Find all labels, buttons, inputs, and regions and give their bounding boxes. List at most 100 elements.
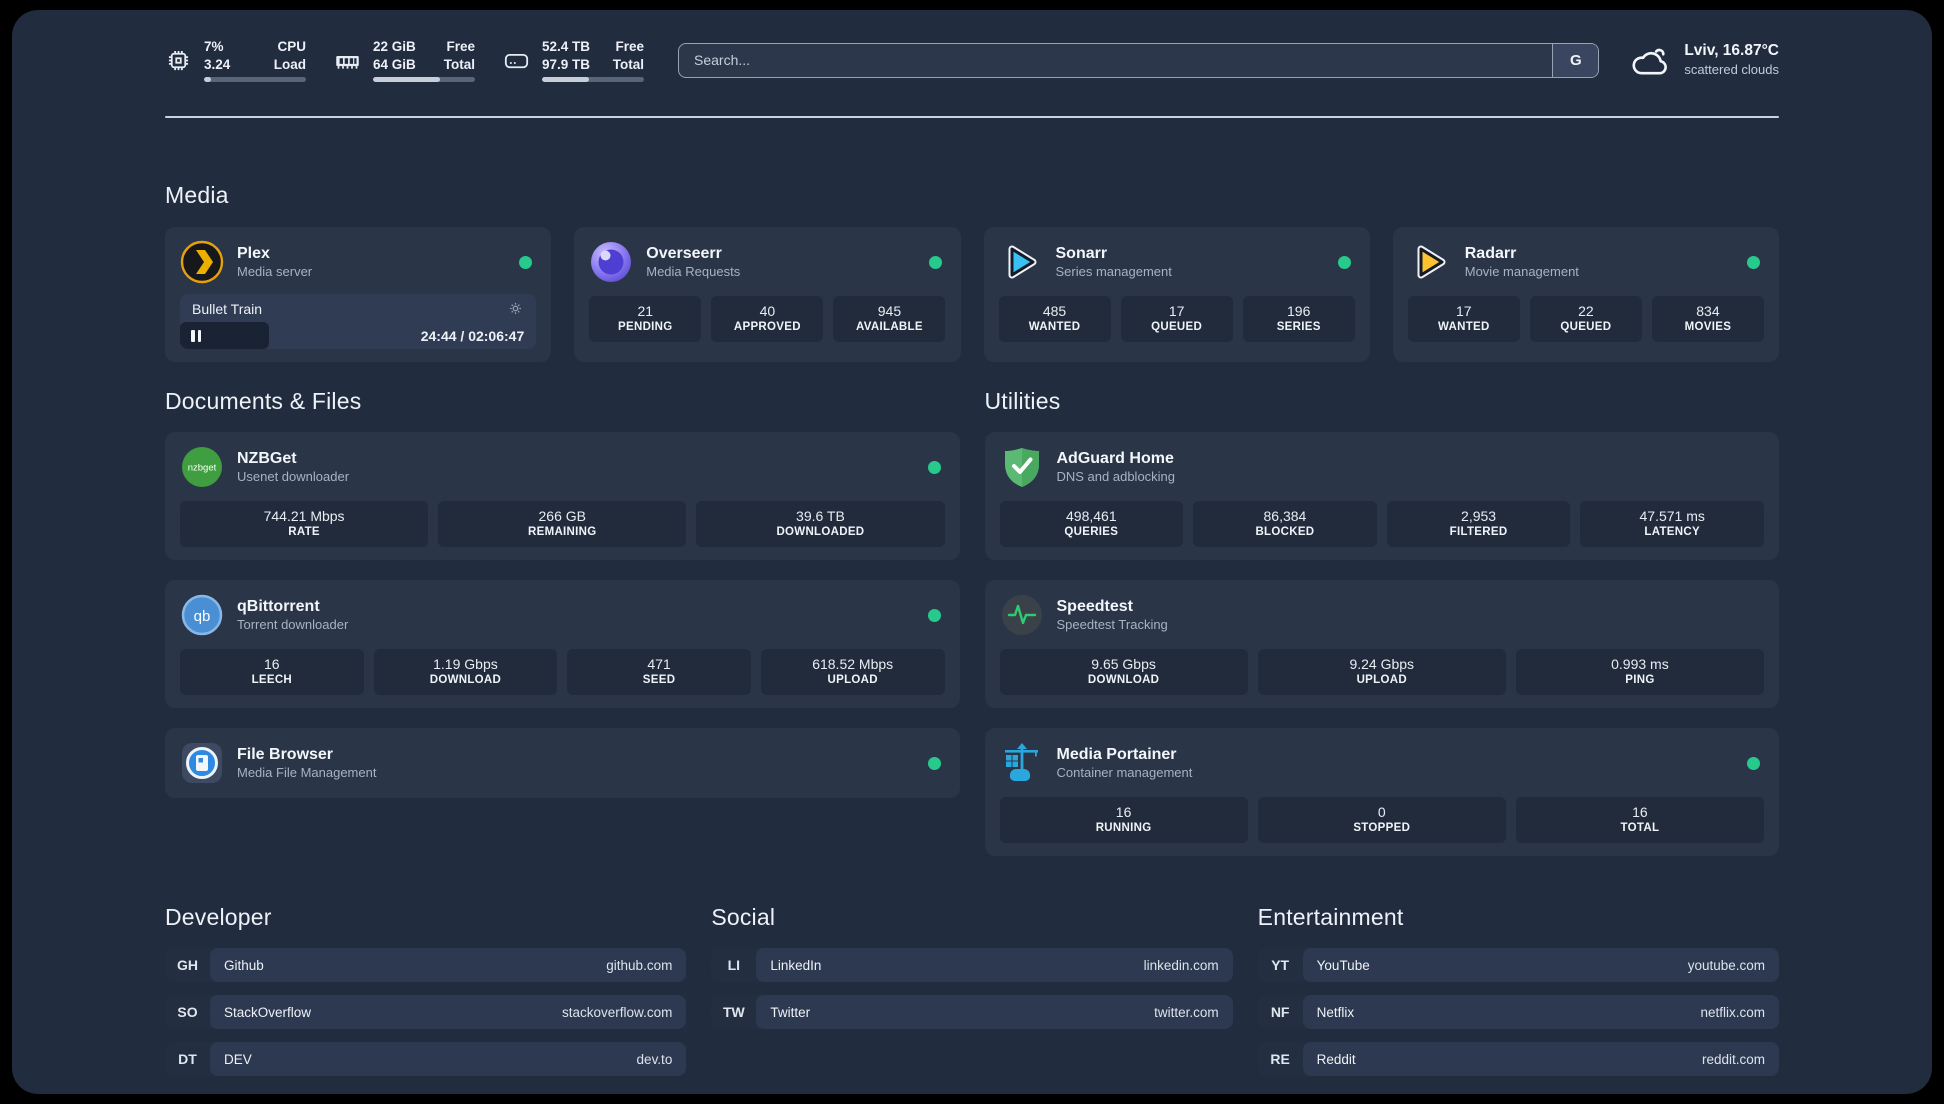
section-title-media: Media [165,182,229,208]
disk-free-label: Free [615,39,644,55]
playback-progress-bar[interactable]: 24:44 / 02:06:47 [180,322,536,349]
stat-label: REMAINING [528,526,597,539]
cpu-icon [168,50,189,70]
stat-value: 9.24 Gbps [1349,655,1415,672]
disk-icon [504,53,529,68]
stat-value: 744.21 Mbps [263,507,345,524]
pause-icon[interactable] [191,329,201,342]
stat-value: 2,953 [1461,507,1497,524]
app-title: Speedtest [1056,597,1133,615]
stat-label: FILTERED [1449,526,1508,539]
app-title: Overseerr [646,244,722,262]
stat-ping: 0.993 ms PING [1515,649,1765,695]
app-title: File Browser [237,745,334,763]
stat-label: QUEUED [1560,321,1612,334]
status-dot [928,255,942,269]
stat-label: APPROVED [733,321,801,334]
stat-remaining: 266 GB REMAINING [438,501,687,547]
bookmark-name: YouTube [1316,957,1370,973]
stat-label: RATE [288,526,320,539]
system-stats: 7% 3.24 CPU Load 22 GiB 64 GiB Free Tota… [165,38,644,82]
playback-time: 24:44 / 02:06:47 [420,327,525,344]
stat-download: 1.19 Gbps DOWNLOAD [373,649,558,695]
stat-value: 40 [759,302,776,319]
stat-value: 1.19 Gbps [433,655,498,672]
bookmark-github[interactable]: GH Github github.com [165,948,687,982]
filebrowser-card[interactable]: File Browser Media File Management [165,728,960,798]
disk-progress-bar [542,76,644,82]
stat-wanted: 485 WANTED [998,296,1111,342]
stat-label: BLOCKED [1255,526,1315,539]
stat-label: WANTED [1028,321,1081,334]
speedtest-icon [1001,595,1042,635]
stat-value: 17 [1456,302,1472,319]
svg-text:qb: qb [194,608,211,625]
status-dot [1747,255,1760,269]
middle-columns: Documents & Files nzbget NZBGet Usenet d… [165,386,1779,856]
stat-value: 16 [1632,803,1648,820]
bookmark-dev[interactable]: DT DEV dev.to [165,1042,687,1076]
stat-value: 86,384 [1263,507,1307,524]
stat-label: DOWNLOADED [776,526,865,539]
stat-label: WANTED [1437,321,1490,334]
section-title-entertainment: Entertainment [1257,904,1404,930]
stat-filtered: 2,953 FILTERED [1386,501,1571,547]
stat-movies: 834 MOVIES [1651,296,1764,342]
app-subtitle: Container management [1056,764,1193,780]
bookmark-name: StackOverflow [224,1004,312,1020]
stat-value: 498,461 [1066,507,1117,524]
bookmark-stackoverflow[interactable]: SO StackOverflow stackoverflow.com [165,995,687,1029]
bookmark-url: github.com [606,957,673,973]
stat-available: 945 AVAILABLE [833,296,946,342]
bookmark-linkedin[interactable]: LI LinkedIn linkedin.com [711,948,1233,982]
bookmark-url: netflix.com [1700,1004,1765,1020]
portainer-card[interactable]: Media Portainer Container management 16 … [984,728,1779,856]
plex-icon [180,240,224,284]
stat-wanted: 17 WANTED [1407,296,1520,342]
search-engine-button[interactable]: G [1552,43,1599,77]
stat-label: PING [1625,674,1655,687]
bookmark-reddit[interactable]: RE Reddit reddit.com [1257,1042,1779,1076]
weather-location: Lviv, 16.87°C [1684,42,1779,60]
overseerr-card[interactable]: Overseerr Media Requests 21 PENDING 40 A… [574,227,961,362]
bookmark-twitter[interactable]: TW Twitter twitter.com [711,995,1233,1029]
stat-blocked: 86,384 BLOCKED [1193,501,1377,547]
app-subtitle: Speedtest Tracking [1056,616,1168,632]
stat-label: TOTAL [1620,822,1660,835]
section-title-social: Social [711,904,776,930]
speedtest-card[interactable]: Speedtest Speedtest Tracking 9.65 Gbps D… [984,580,1779,708]
nzbget-card[interactable]: nzbget NZBGet Usenet downloader 744.21 M… [165,432,960,560]
bookmark-netflix[interactable]: NF Netflix netflix.com [1257,995,1779,1029]
stat-label: SERIES [1276,321,1321,334]
stat-value: 0.993 ms [1611,655,1669,672]
bookmark-name: Reddit [1316,1051,1356,1067]
app-subtitle: Usenet downloader [237,468,350,484]
bookmark-name: Netflix [1316,1004,1355,1020]
search-input[interactable] [679,43,1553,77]
status-dot [1337,255,1351,269]
gear-icon[interactable] [507,300,524,317]
adguard-card[interactable]: AdGuard Home DNS and adblocking 498,461 … [984,432,1779,560]
bookmark-youtube[interactable]: YT YouTube youtube.com [1257,948,1779,982]
qbittorrent-card[interactable]: qb qBittorrent Torrent downloader 16 LEE… [165,580,960,708]
qbittorrent-icon: qb [181,594,223,636]
sonarr-card[interactable]: Sonarr Series management 485 WANTED 17 Q… [983,227,1370,362]
stat-label: STOPPED [1353,822,1411,835]
cpu-progress-fill [204,76,212,82]
memory-total-value: 64 GiB [373,57,416,72]
section-title-utilities: Utilities [984,388,1061,414]
stat-value: 471 [647,655,671,672]
stat-label: PENDING [618,321,673,334]
memory-stat-body: 22 GiB 64 GiB Free Total [373,38,475,82]
cpu-usage-value: 7% [204,39,224,55]
app-subtitle: Movie management [1464,263,1579,279]
cpu-stat-body: 7% 3.24 CPU Load [204,38,306,82]
bookmark-abbr: YT [1257,948,1310,982]
memory-free-label: Free [446,39,475,55]
now-playing-panel: Bullet Train 24:44 / 02:06:47 [180,294,537,349]
app-title: AdGuard Home [1056,449,1174,467]
radarr-card[interactable]: Radarr Movie management 17 WANTED 22 QUE… [1392,227,1779,362]
plex-card[interactable]: Plex Media server Bullet Train 24:44 / 0… [165,227,552,362]
header-divider [165,116,1779,118]
status-dot [519,255,533,269]
